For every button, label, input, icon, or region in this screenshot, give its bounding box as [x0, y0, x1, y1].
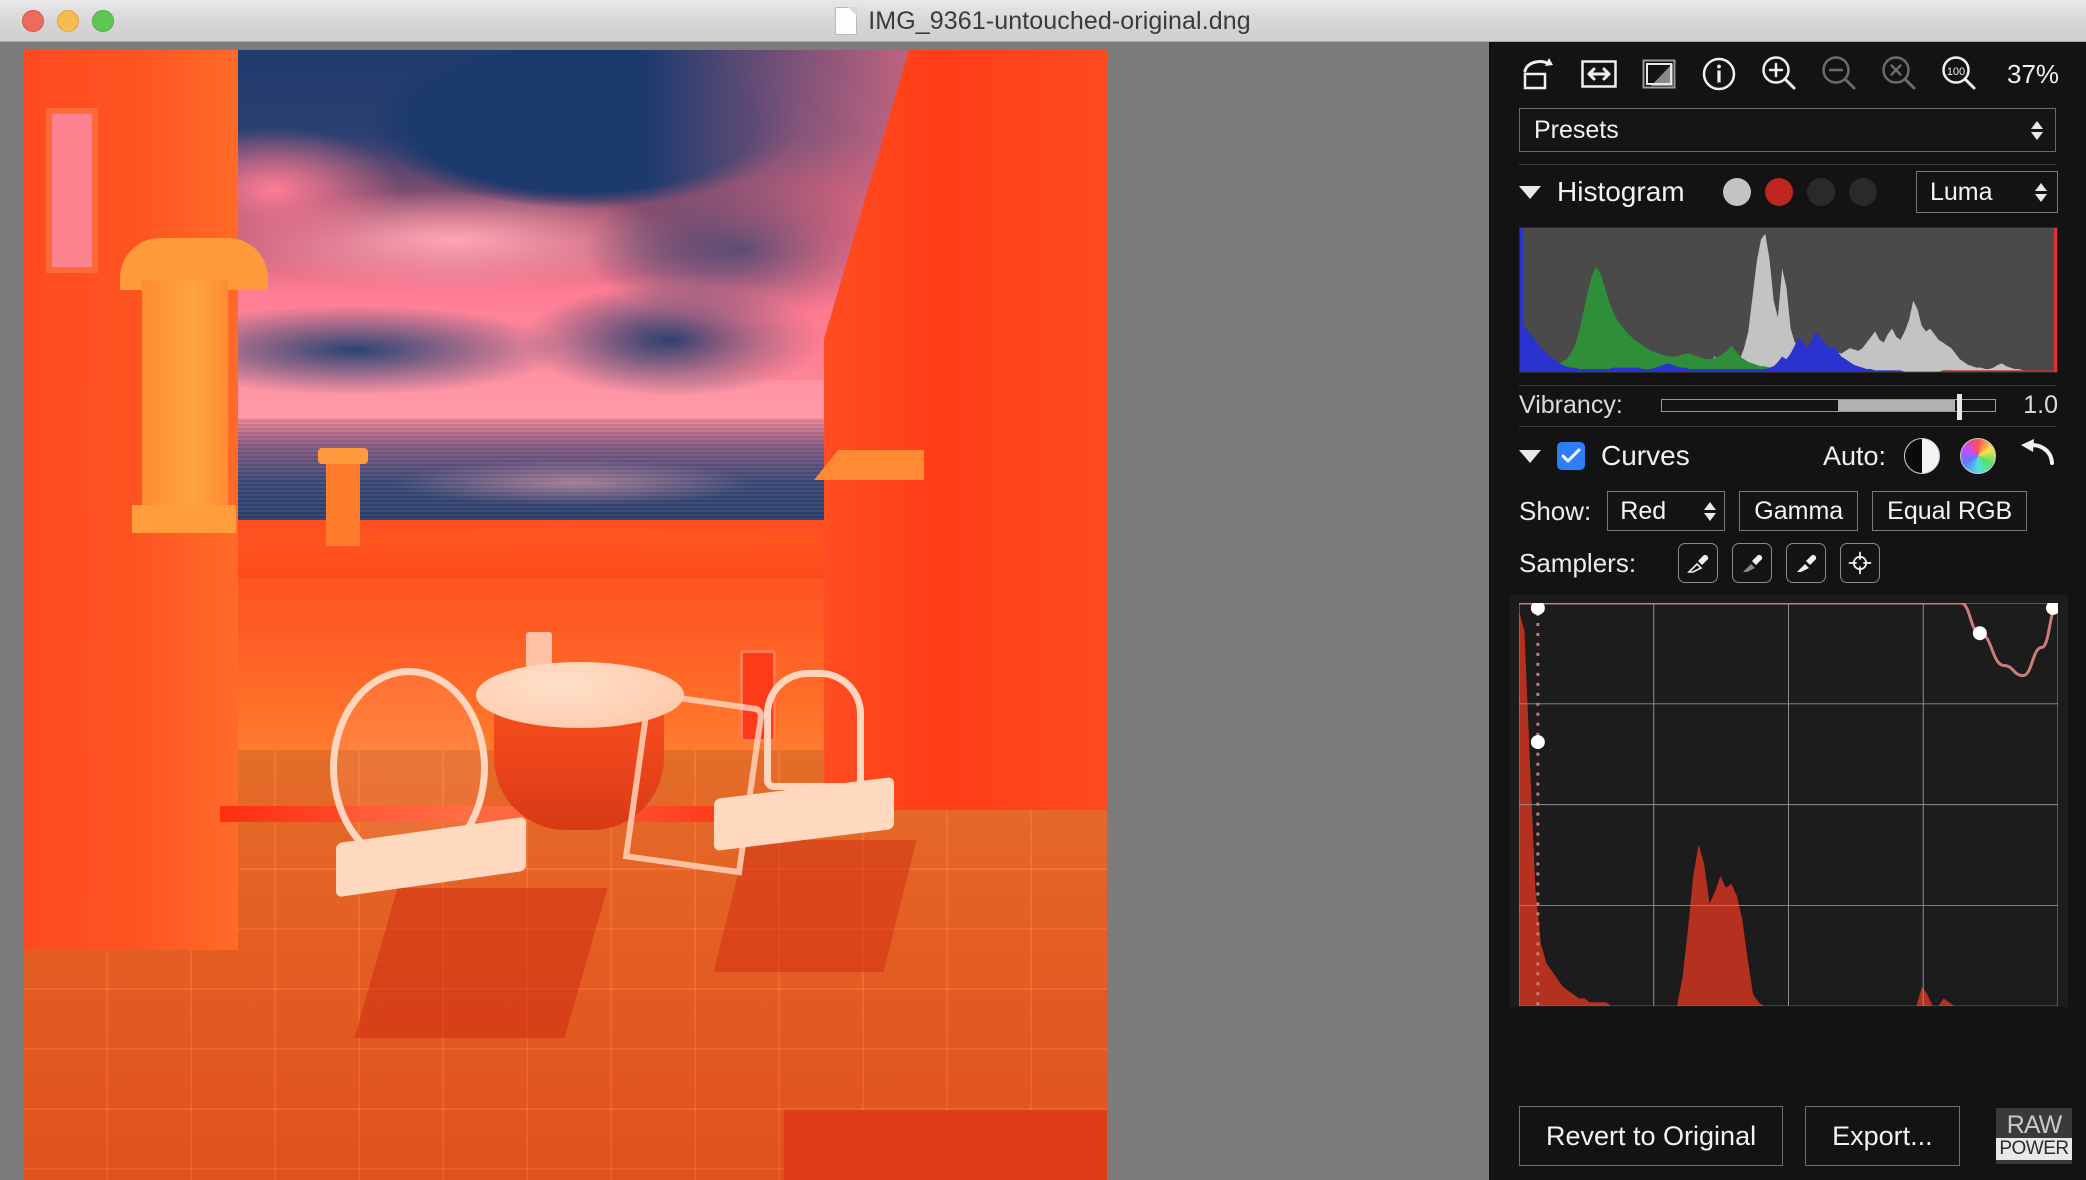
photo-chair-left-shadow [354, 888, 608, 1038]
curve-control-point[interactable] [1530, 735, 1545, 750]
zoom-in-icon[interactable] [1759, 54, 1799, 94]
auto-label: Auto: [1822, 440, 1886, 471]
tone-curve-plot[interactable] [1519, 603, 2058, 1007]
show-label: Show: [1519, 495, 1592, 526]
curve-control-point[interactable] [1972, 626, 1987, 641]
info-icon[interactable] [1699, 54, 1739, 94]
rotate-icon[interactable] [1519, 54, 1559, 94]
chevron-updown-icon [1704, 501, 1717, 521]
undo-arrow-icon[interactable] [2018, 437, 2058, 476]
histogram-mode-dropdown[interactable]: Luma [1916, 171, 2058, 213]
blue-dot[interactable] [1848, 178, 1877, 206]
document-icon [835, 7, 858, 35]
image-canvas-area[interactable] [0, 42, 1489, 1180]
chevron-updown-icon [2035, 182, 2047, 202]
histogram-title: Histogram [1557, 176, 1685, 207]
close-window-button[interactable] [22, 9, 44, 32]
panel-footer: Revert to Original Export... RAW POWER [1489, 1092, 2086, 1180]
histogram-channel-toggles [1722, 178, 1877, 206]
rawpower-logo: RAW POWER [1996, 1108, 2072, 1164]
presets-value: Presets [1534, 115, 1619, 144]
photo-floor-accent [784, 1110, 1107, 1180]
histogram-plot [1519, 227, 2058, 373]
window-titlebar: IMG_9361-untouched-original.dng [0, 0, 2086, 42]
adjustments-panel: 100 37% Presets Histogram Luma Vibrancy:… [1489, 42, 2086, 1180]
vibrancy-slider-knob[interactable] [1956, 393, 1962, 420]
white-point-eyedropper-icon[interactable] [1786, 543, 1827, 583]
curve-control-point[interactable] [2046, 603, 2058, 615]
curves-header: Curves Auto: [1489, 427, 2086, 485]
divider-2 [1519, 385, 2056, 386]
equal-rgb-button[interactable]: Equal RGB [1872, 491, 2028, 531]
zoom-level-label: 37% [2007, 58, 2060, 89]
photo-chair-right-back [764, 670, 864, 790]
curve-grid [1519, 603, 2058, 1007]
curve-channel-dropdown[interactable]: Red [1607, 491, 1726, 531]
histogram-disclosure-triangle-icon[interactable] [1519, 185, 1541, 199]
curve-control-point[interactable] [1530, 603, 1545, 615]
vibrancy-row: Vibrancy: 1.0 [1489, 390, 2086, 420]
photo-preview[interactable] [24, 50, 1107, 1180]
maximize-window-button[interactable] [92, 9, 114, 32]
gray-point-eyedropper-icon[interactable] [1732, 543, 1773, 583]
presets-dropdown[interactable]: Presets [1519, 108, 2056, 152]
presets-row: Presets [1489, 106, 2086, 152]
photo-left-ledge [132, 505, 236, 533]
photo-chimney [326, 456, 360, 546]
flip-horizontal-icon[interactable] [1579, 54, 1619, 94]
panel-toolbar: 100 37% [1489, 42, 2086, 106]
curves-disclosure-triangle-icon[interactable] [1519, 449, 1541, 463]
photo-chimney-cap [318, 448, 368, 464]
auto-contrast-icon[interactable] [1904, 438, 1940, 474]
minimize-window-button[interactable] [57, 9, 79, 32]
photo-sea-shimmer [324, 448, 824, 518]
checkmark-icon [1561, 448, 1581, 463]
photo-chair-right-shadow [713, 840, 917, 972]
curve-channel-value: Red [1620, 496, 1667, 525]
histogram-blue-clip-edge [1520, 228, 1523, 372]
curves-show-row: Show: Red Gamma Equal RGB [1489, 485, 2086, 531]
vibrancy-slider[interactable] [1661, 393, 1996, 420]
rawpower-logo-bottom: POWER [1996, 1138, 2072, 1160]
gamma-button[interactable]: Gamma [1739, 491, 1859, 531]
green-dot[interactable] [1806, 178, 1835, 206]
curves-enable-checkbox[interactable] [1557, 442, 1585, 470]
photo-table-top [476, 662, 684, 728]
export-button[interactable]: Export... [1805, 1106, 1960, 1166]
histogram-red-clip-edge [2054, 228, 2057, 372]
photo-left-column [142, 280, 228, 530]
traffic-light-group [22, 9, 114, 32]
app-window: IMG_9361-untouched-original.dng 100 37% … [0, 0, 2086, 1180]
vibrancy-label: Vibrancy: [1519, 390, 1623, 419]
curves-title: Curves [1601, 440, 1690, 471]
samplers-label: Samplers: [1519, 547, 1637, 578]
red-dot[interactable] [1764, 178, 1793, 206]
rawpower-logo-top: RAW [2006, 1111, 2062, 1139]
vibrancy-value: 1.0 [2023, 390, 2058, 419]
histogram-canvas [1520, 233, 2057, 372]
zoom-100-icon[interactable]: 100 [1939, 54, 1979, 94]
curve-editor[interactable] [1509, 595, 2068, 1007]
auto-color-wheel-icon[interactable] [1960, 438, 1996, 474]
target-sampler-icon[interactable] [1840, 543, 1881, 583]
chevron-updown-icon [2031, 120, 2043, 140]
svg-text:100: 100 [1947, 66, 1965, 78]
samplers-row: Samplers: [1489, 531, 2086, 583]
split-view-icon[interactable] [1639, 54, 1679, 94]
luma-dot[interactable] [1722, 178, 1751, 206]
revert-to-original-button[interactable]: Revert to Original [1519, 1106, 1784, 1166]
zoom-out-icon[interactable] [1819, 54, 1859, 94]
vibrancy-slider-fill [1838, 399, 1956, 411]
histogram-mode-value: Luma [1930, 177, 1993, 206]
photo-window [46, 108, 98, 273]
window-title-group: IMG_9361-untouched-original.dng [0, 0, 2086, 42]
black-point-eyedropper-icon[interactable] [1678, 543, 1719, 583]
window-title: IMG_9361-untouched-original.dng [868, 6, 1251, 35]
histogram-header: Histogram Luma [1489, 165, 2086, 219]
zoom-fit-icon[interactable] [1879, 54, 1919, 94]
